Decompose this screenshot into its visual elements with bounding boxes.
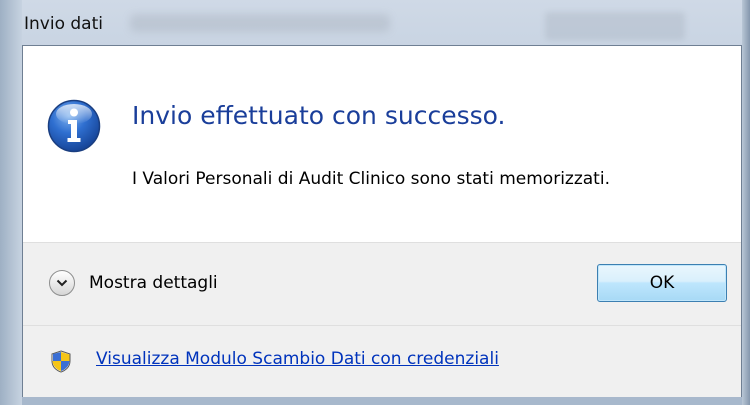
information-icon	[47, 99, 101, 153]
title-bar-backdrop-button	[545, 12, 685, 40]
content-area: Invio effettuato con successo. I Valori …	[23, 46, 741, 242]
dialog-client-area: Invio effettuato con successo. I Valori …	[22, 45, 742, 397]
title-bar-backdrop	[130, 14, 390, 32]
show-details-label[interactable]: Mostra dettagli	[89, 273, 218, 293]
button-area: Mostra dettagli OK	[23, 242, 741, 326]
dialog-window: Invio dati Invio effettuato con successo…	[0, 0, 750, 405]
uac-shield-icon	[51, 350, 71, 373]
footer-area: Visualizza Modulo Scambio Dati con crede…	[23, 325, 741, 397]
content-text: I Valori Personali di Audit Clinico sono…	[132, 169, 610, 189]
chevron-down-icon	[56, 279, 68, 287]
credentials-link[interactable]: Visualizza Modulo Scambio Dati con crede…	[96, 349, 499, 369]
show-details-expander[interactable]: Mostra dettagli	[49, 270, 218, 296]
expander-button[interactable]	[49, 270, 75, 296]
ok-button[interactable]: OK	[597, 264, 727, 302]
window-title: Invio dati	[24, 14, 103, 34]
window-left-border	[0, 0, 22, 405]
main-instruction: Invio effettuato con successo.	[132, 101, 506, 130]
window-right-border	[742, 0, 750, 405]
